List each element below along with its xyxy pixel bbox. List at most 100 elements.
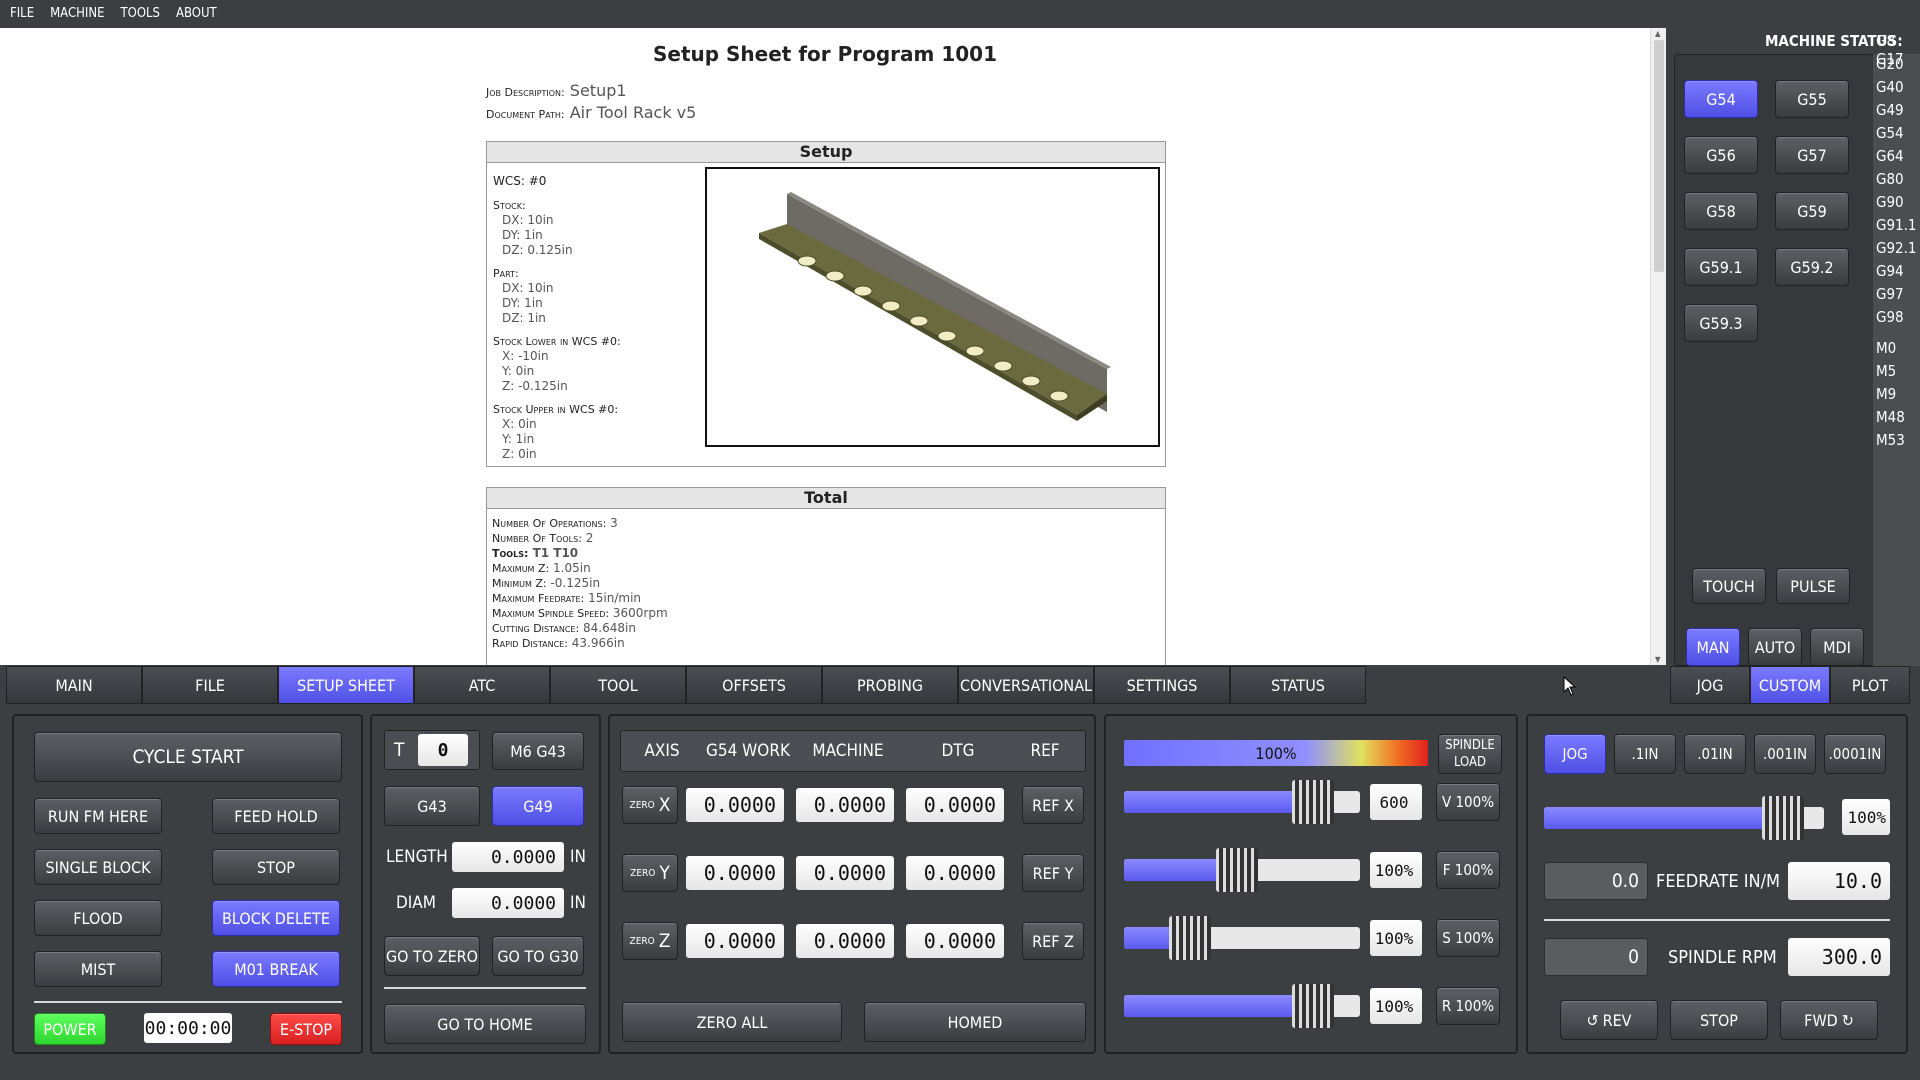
spindle-rev-button[interactable]: ↺ REV xyxy=(1560,1000,1658,1040)
g49-button[interactable]: G49 xyxy=(492,786,584,826)
tab-conversational[interactable]: CONVERSATIONAL xyxy=(958,666,1094,704)
tab-status[interactable]: STATUS xyxy=(1230,666,1366,704)
total-key: Maximum Spindle Speed: xyxy=(492,607,610,620)
total-value: -0.125in xyxy=(550,576,601,590)
ref-y-button[interactable]: REF Y xyxy=(1022,854,1084,892)
spindle-stop-button[interactable]: STOP xyxy=(1670,1000,1768,1040)
menu-tools[interactable]: TOOLS xyxy=(111,0,167,22)
wcs-button-g54[interactable]: G54 xyxy=(1684,80,1758,118)
wcs-button-g59-2[interactable]: G59.2 xyxy=(1775,248,1849,286)
feed-override-value[interactable]: 100% xyxy=(1370,852,1422,888)
pulse-button[interactable]: PULSE xyxy=(1776,568,1850,604)
estop-button[interactable]: E-STOP xyxy=(270,1013,342,1045)
go-to-g30-button[interactable]: GO TO G30 xyxy=(492,936,584,976)
velocity-override-slider[interactable] xyxy=(1124,780,1360,824)
single-block-button[interactable]: SINGLE BLOCK xyxy=(34,849,162,885)
spindle-override-value[interactable]: 100% xyxy=(1370,920,1422,956)
m01-break-button[interactable]: M01 BREAK xyxy=(212,951,340,987)
jog-increment-2[interactable]: .01IN xyxy=(1684,734,1746,774)
touch-button[interactable]: TOUCH xyxy=(1692,568,1766,604)
wcs-button-g59[interactable]: G59 xyxy=(1775,192,1849,230)
wcs-button-g56[interactable]: G56 xyxy=(1684,136,1758,174)
m6-g43-button[interactable]: M6 G43 xyxy=(492,732,584,770)
zero-y-button[interactable]: ZERO Y xyxy=(622,854,678,892)
go-to-home-button[interactable]: GO TO HOME xyxy=(384,1004,586,1044)
mode-mdi-button[interactable]: MDI xyxy=(1810,628,1864,666)
run-from-here-button[interactable]: RUN FM HERE xyxy=(34,798,162,834)
g43-button[interactable]: G43 xyxy=(384,786,480,826)
tab-probing[interactable]: PROBING xyxy=(822,666,958,704)
stop-button[interactable]: STOP xyxy=(212,849,340,885)
velocity-override-value[interactable]: 600 xyxy=(1370,784,1422,820)
tab-plot[interactable]: PLOT xyxy=(1830,666,1910,704)
wcs-button-g59-1[interactable]: G59.1 xyxy=(1684,248,1758,286)
spindle-override-reset-button[interactable]: S 100% xyxy=(1436,919,1500,957)
ref-z-button[interactable]: REF Z xyxy=(1022,922,1084,960)
feed-hold-button[interactable]: FEED HOLD xyxy=(212,798,340,834)
feedrate-input[interactable]: 10.0 xyxy=(1788,862,1890,900)
total-key: Tools: xyxy=(492,547,529,560)
jog-increment-0[interactable]: JOG xyxy=(1544,734,1606,774)
jog-increment-3[interactable]: .001IN xyxy=(1754,734,1816,774)
menu-file[interactable]: FILE xyxy=(0,0,40,22)
dro-header-axis: AXIS xyxy=(644,741,680,761)
feed-override-reset-button[interactable]: F 100% xyxy=(1436,851,1500,889)
tab-setup-sheet[interactable]: SETUP SHEET xyxy=(278,666,414,704)
velocity-override-reset-button[interactable]: V 100% xyxy=(1436,783,1500,821)
stock-lower-y: Y: 0in xyxy=(502,364,535,378)
diam-field[interactable]: 0.0000 xyxy=(452,888,564,918)
tab-atc[interactable]: ATC xyxy=(414,666,550,704)
zero-all-button[interactable]: ZERO ALL xyxy=(622,1002,842,1042)
go-to-zero-button[interactable]: GO TO ZERO xyxy=(384,936,480,976)
doc-path-label: Document Path: xyxy=(486,108,565,121)
jog-increment-4[interactable]: .0001IN xyxy=(1824,734,1886,774)
ref-x-button[interactable]: REF X xyxy=(1022,786,1084,824)
cycle-start-button[interactable]: CYCLE START xyxy=(34,732,342,782)
tab-offsets[interactable]: OFFSETS xyxy=(686,666,822,704)
tab-file[interactable]: FILE xyxy=(142,666,278,704)
rapid-override-reset-button[interactable]: R 100% xyxy=(1436,987,1500,1025)
tool-number-input[interactable]: 0 xyxy=(418,734,468,766)
zero-x-button[interactable]: ZERO X xyxy=(622,786,678,824)
jog-speed-value[interactable]: 100% xyxy=(1842,799,1890,835)
tab-jog[interactable]: JOG xyxy=(1670,666,1750,704)
tab-custom[interactable]: CUSTOM xyxy=(1750,666,1830,704)
dro-work-x: 0.0000 xyxy=(686,788,784,822)
feed-override-knob[interactable] xyxy=(1216,848,1259,892)
block-delete-button[interactable]: BLOCK DELETE xyxy=(212,900,340,936)
power-button[interactable]: POWER xyxy=(34,1013,106,1045)
tab-tool[interactable]: TOOL xyxy=(550,666,686,704)
rapid-override-value[interactable]: 100% xyxy=(1370,988,1422,1024)
jog-speed-knob[interactable] xyxy=(1762,796,1805,840)
status-code: G40 xyxy=(1876,78,1904,96)
document-scrollbar[interactable]: ▲ ▼ xyxy=(1650,28,1666,665)
menu-machine[interactable]: MACHINE xyxy=(40,0,110,22)
wcs-button-g57[interactable]: G57 xyxy=(1775,136,1849,174)
mode-auto-button[interactable]: AUTO xyxy=(1748,628,1802,666)
tab-settings[interactable]: SETTINGS xyxy=(1094,666,1230,704)
homed-button[interactable]: HOMED xyxy=(864,1002,1086,1042)
spindle-override-slider[interactable] xyxy=(1124,916,1360,960)
spindle-rpm-input[interactable]: 300.0 xyxy=(1788,938,1890,976)
rapid-override-slider[interactable] xyxy=(1124,984,1360,1028)
setup-sheet-document[interactable]: Setup Sheet for Program 1001 Job Descrip… xyxy=(0,28,1650,665)
tab-main[interactable]: MAIN xyxy=(6,666,142,704)
velocity-override-knob[interactable] xyxy=(1291,780,1334,824)
mode-man-button[interactable]: MAN xyxy=(1686,628,1740,666)
rapid-override-knob[interactable] xyxy=(1291,984,1334,1028)
spindle-fwd-button[interactable]: FWD ↻ xyxy=(1780,1000,1878,1040)
jog-increment-1[interactable]: .1IN xyxy=(1614,734,1676,774)
jog-speed-slider[interactable] xyxy=(1544,796,1824,840)
wcs-button-g59-3[interactable]: G59.3 xyxy=(1684,304,1758,342)
zero-z-button[interactable]: ZERO Z xyxy=(622,922,678,960)
feed-override-slider[interactable] xyxy=(1124,848,1360,892)
mist-button[interactable]: MIST xyxy=(34,951,162,987)
length-field[interactable]: 0.0000 xyxy=(452,842,564,872)
stock-dx: DX: 10in xyxy=(502,213,554,227)
menu-about[interactable]: ABOUT xyxy=(166,0,223,22)
flood-button[interactable]: FLOOD xyxy=(34,900,162,936)
spindle-override-knob[interactable] xyxy=(1169,916,1212,960)
scroll-thumb[interactable] xyxy=(1654,40,1664,272)
wcs-button-g55[interactable]: G55 xyxy=(1775,80,1849,118)
wcs-button-g58[interactable]: G58 xyxy=(1684,192,1758,230)
